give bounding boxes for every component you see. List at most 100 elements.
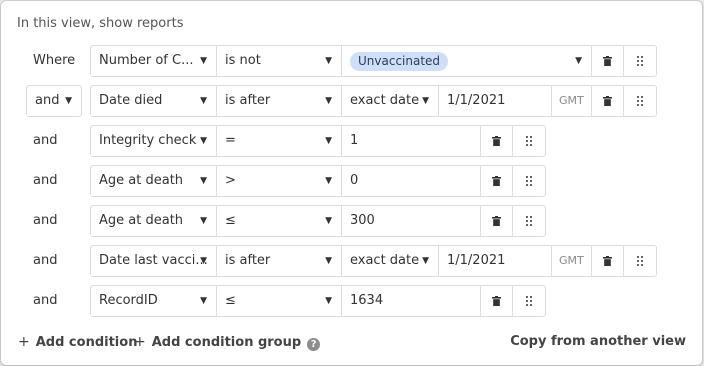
field-select[interactable]: Age at death ▼ bbox=[91, 206, 217, 236]
trash-icon bbox=[492, 176, 501, 186]
conjunction-label: and bbox=[35, 93, 60, 108]
drag-handle[interactable] bbox=[513, 126, 545, 156]
filter-row: Where Number of C... ▼ is not ▼ Unvaccin… bbox=[1, 45, 701, 77]
timezone-label: GMT bbox=[552, 246, 592, 276]
drag-handle[interactable] bbox=[513, 166, 545, 196]
operator-label: > bbox=[225, 173, 236, 188]
operator-label: is after bbox=[225, 93, 271, 108]
operator-label: ≤ bbox=[225, 213, 236, 228]
trash-icon bbox=[492, 296, 501, 306]
operator-label: is after bbox=[225, 253, 271, 268]
value-input[interactable]: 1634 bbox=[342, 286, 481, 316]
operator-select[interactable]: ≤ ▼ bbox=[217, 206, 342, 236]
delete-condition-button[interactable] bbox=[481, 286, 513, 316]
filter-row: and Date last vacci... ▼ is after ▼ exac… bbox=[1, 245, 701, 277]
filter-panel: In this view, show reports Where Number … bbox=[1, 1, 702, 365]
help-icon[interactable]: ? bbox=[307, 338, 321, 351]
conjunction-label: Where bbox=[33, 53, 76, 68]
chevron-down-icon: ▼ bbox=[65, 96, 72, 106]
filter-row: and ▼ Date died ▼ is after ▼ exact date … bbox=[1, 85, 701, 117]
value-input[interactable]: 0 bbox=[342, 166, 481, 196]
chevron-down-icon: ▼ bbox=[422, 96, 429, 106]
field-select[interactable]: Date last vacci... ▼ bbox=[91, 246, 217, 276]
field-select[interactable]: RecordID ▼ bbox=[91, 286, 217, 316]
condition-group: Age at death ▼ > ▼ 0 bbox=[90, 165, 546, 197]
operator-label: = bbox=[225, 133, 236, 148]
filter-row: and Age at death ▼ > ▼ 0 bbox=[1, 165, 701, 197]
trash-icon bbox=[603, 96, 612, 106]
chevron-down-icon: ▼ bbox=[325, 256, 332, 266]
operator-select[interactable]: is not ▼ bbox=[217, 46, 342, 76]
delete-condition-button[interactable] bbox=[481, 166, 513, 196]
delete-condition-button[interactable] bbox=[481, 206, 513, 236]
operator-select[interactable]: is after ▼ bbox=[217, 86, 342, 116]
field-select[interactable]: Age at death ▼ bbox=[91, 166, 217, 196]
drag-handle-icon bbox=[526, 296, 532, 306]
chevron-down-icon: ▼ bbox=[325, 136, 332, 146]
value-text: 1 bbox=[350, 133, 359, 148]
drag-handle[interactable] bbox=[624, 46, 656, 76]
field-select[interactable]: Integrity check ▼ bbox=[91, 126, 217, 156]
conjunction-label: and bbox=[33, 293, 58, 308]
conjunction-label: and bbox=[33, 213, 58, 228]
timezone-label: GMT bbox=[552, 86, 592, 116]
chevron-down-icon: ▼ bbox=[325, 176, 332, 186]
date-mode-label: exact date bbox=[350, 93, 420, 108]
field-select[interactable]: Date died ▼ bbox=[91, 86, 217, 116]
plus-icon: + bbox=[134, 334, 146, 350]
chevron-down-icon: ▼ bbox=[200, 56, 207, 66]
drag-handle-icon bbox=[637, 56, 643, 66]
chevron-down-icon: ▼ bbox=[200, 296, 207, 306]
operator-select[interactable]: is after ▼ bbox=[217, 246, 342, 276]
date-input[interactable]: 1/1/2021 bbox=[439, 246, 552, 276]
date-mode-select[interactable]: exact date ▼ bbox=[342, 86, 439, 116]
add-condition-label: Add condition bbox=[35, 335, 138, 350]
chevron-down-icon: ▼ bbox=[200, 96, 207, 106]
filter-row: and RecordID ▼ ≤ ▼ 1634 bbox=[1, 285, 701, 317]
value-select[interactable]: Unvaccinated ▼ bbox=[342, 46, 592, 76]
delete-condition-button[interactable] bbox=[592, 86, 624, 116]
drag-handle-icon bbox=[526, 216, 532, 226]
field-select[interactable]: Number of C... ▼ bbox=[91, 46, 217, 76]
chevron-down-icon: ▼ bbox=[325, 56, 332, 66]
chevron-down-icon: ▼ bbox=[422, 256, 429, 266]
condition-group: RecordID ▼ ≤ ▼ 1634 bbox=[90, 285, 546, 317]
drag-handle[interactable] bbox=[513, 206, 545, 236]
add-condition-button[interactable]: + Add condition bbox=[18, 334, 137, 350]
chevron-down-icon: ▼ bbox=[325, 216, 332, 226]
value-input[interactable]: 1 bbox=[342, 126, 481, 156]
field-label: Number of C... bbox=[99, 53, 194, 68]
conjunction-label: and bbox=[33, 133, 58, 148]
value-input[interactable]: 300 bbox=[342, 206, 481, 236]
delete-condition-button[interactable] bbox=[592, 46, 624, 76]
operator-select[interactable]: ≤ ▼ bbox=[217, 286, 342, 316]
date-input[interactable]: 1/1/2021 bbox=[439, 86, 552, 116]
field-label: Age at death bbox=[99, 213, 184, 228]
operator-select[interactable]: = ▼ bbox=[217, 126, 342, 156]
drag-handle-icon bbox=[526, 176, 532, 186]
condition-group: Integrity check ▼ = ▼ 1 bbox=[90, 125, 546, 157]
value-text: 1634 bbox=[350, 293, 384, 308]
date-value: 1/1/2021 bbox=[447, 253, 506, 268]
date-mode-select[interactable]: exact date ▼ bbox=[342, 246, 439, 276]
trash-icon bbox=[603, 256, 612, 266]
conjunction-select[interactable]: and ▼ bbox=[26, 85, 82, 117]
chevron-down-icon: ▼ bbox=[200, 256, 207, 266]
filter-row: and Age at death ▼ ≤ ▼ 300 bbox=[1, 205, 701, 237]
operator-label: is not bbox=[225, 53, 261, 68]
drag-handle[interactable] bbox=[624, 246, 656, 276]
drag-handle[interactable] bbox=[624, 86, 656, 116]
trash-icon bbox=[492, 216, 501, 226]
trash-icon bbox=[492, 136, 501, 146]
add-condition-group-button[interactable]: + Add condition group? bbox=[134, 334, 321, 351]
copy-from-view-button[interactable]: Copy from another view bbox=[510, 334, 686, 349]
chevron-down-icon: ▼ bbox=[575, 56, 582, 66]
filter-header: In this view, show reports bbox=[17, 16, 184, 31]
drag-handle-icon bbox=[526, 136, 532, 146]
drag-handle[interactable] bbox=[513, 286, 545, 316]
operator-select[interactable]: > ▼ bbox=[217, 166, 342, 196]
trash-icon bbox=[603, 56, 612, 66]
delete-condition-button[interactable] bbox=[592, 246, 624, 276]
field-label: Date died bbox=[99, 93, 163, 108]
delete-condition-button[interactable] bbox=[481, 126, 513, 156]
